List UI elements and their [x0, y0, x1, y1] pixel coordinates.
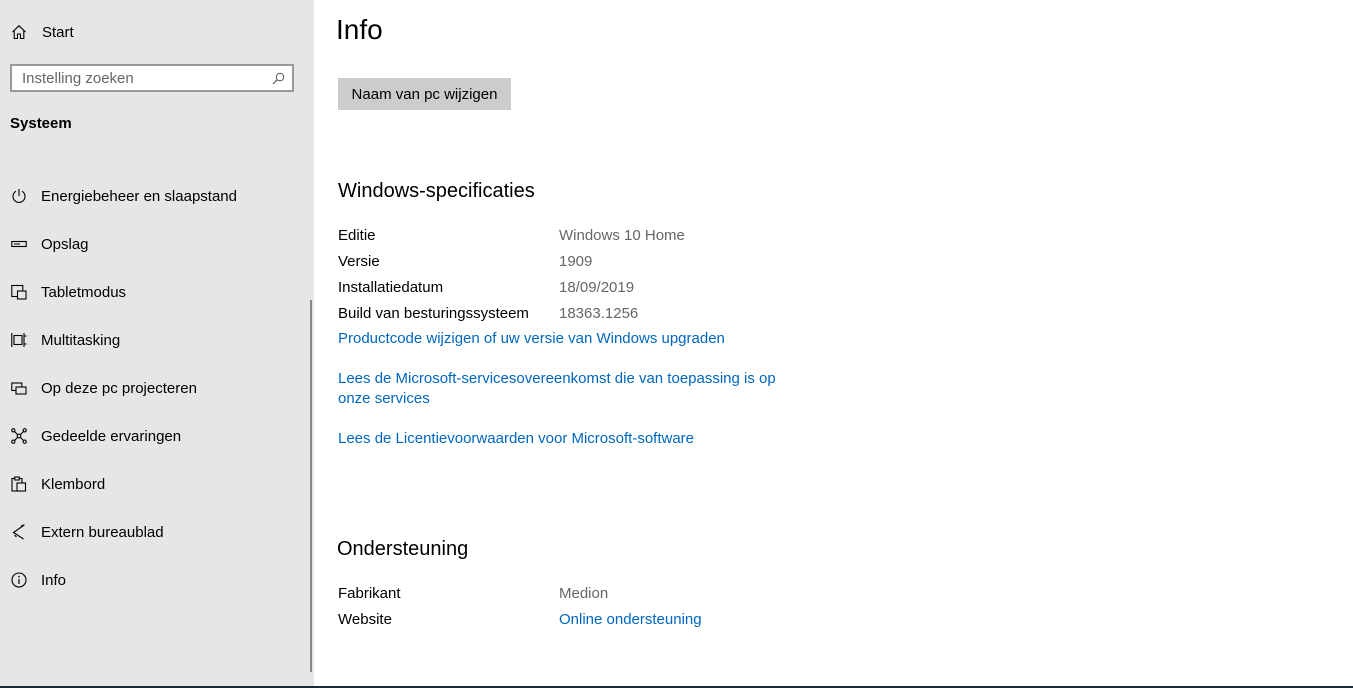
- support-row-manufacturer: Fabrikant Medion: [338, 583, 608, 603]
- sidebar-item-label: Gedeelde ervaringen: [41, 427, 182, 445]
- sidebar-item-power[interactable]: Energiebeheer en slaapstand: [0, 172, 310, 220]
- sidebar-item-label: Extern bureaublad: [41, 523, 164, 541]
- sidebar-item-remote-desktop[interactable]: Extern bureaublad: [0, 508, 310, 556]
- spec-row-version: Versie 1909: [338, 251, 592, 271]
- spec-key: Editie: [338, 226, 376, 244]
- page-title: Info: [336, 14, 383, 45]
- support-key: Website: [338, 610, 392, 628]
- sidebar-item-label: Opslag: [41, 235, 89, 253]
- sidebar-item-label: Energiebeheer en slaapstand: [41, 187, 237, 205]
- sidebar-item-storage[interactable]: Opslag: [0, 220, 310, 268]
- sidebar-item-shared-experiences[interactable]: Gedeelde ervaringen: [0, 412, 310, 460]
- power-icon: [10, 187, 28, 205]
- spec-key: Installatiedatum: [338, 278, 444, 296]
- spec-key: Build van besturingssysteem: [338, 304, 529, 322]
- clipboard-icon: [10, 475, 28, 493]
- spec-value: 18/09/2019: [559, 278, 635, 296]
- search-box[interactable]: [10, 64, 294, 92]
- search-input[interactable]: [12, 66, 270, 90]
- sidebar-section-title: Systeem: [10, 115, 72, 132]
- sidebar-item-multitasking[interactable]: Multitasking: [0, 316, 310, 364]
- storage-icon: [10, 235, 28, 253]
- sidebar-item-clipboard[interactable]: Klembord: [0, 460, 310, 508]
- spec-row-install-date: Installatiedatum 18/09/2019: [338, 277, 634, 297]
- spec-value: Windows 10 Home: [559, 226, 685, 244]
- sidebar-item-tablet-mode[interactable]: Tabletmodus: [0, 268, 310, 316]
- support-key: Fabrikant: [338, 584, 401, 602]
- info-icon: [10, 571, 28, 589]
- services-agreement-link-line1: Lees de Microsoft-servicesovereenkomst d…: [338, 370, 776, 387]
- product-key-link[interactable]: Productcode wijzigen of uw versie van Wi…: [338, 329, 725, 349]
- rename-pc-button[interactable]: Naam van pc wijzigen: [338, 78, 511, 110]
- services-agreement-link-line2: onze services: [338, 390, 430, 407]
- multitasking-icon: [10, 331, 28, 349]
- sidebar-item-label: Tabletmodus: [41, 283, 127, 301]
- sidebar-item-label: Klembord: [41, 475, 106, 493]
- online-support-link[interactable]: Online ondersteuning: [559, 611, 702, 628]
- spec-row-os-build: Build van besturingssysteem 18363.1256: [338, 303, 638, 323]
- project-icon: [10, 379, 28, 397]
- support-value: Medion: [559, 584, 609, 602]
- sidebar-nav: Energiebeheer en slaapstand Opslag Table…: [0, 172, 310, 604]
- spec-row-edition: Editie Windows 10 Home: [338, 225, 685, 245]
- home-icon: [10, 23, 28, 41]
- search-icon[interactable]: [270, 70, 286, 86]
- windows-specs-heading: Windows-specificaties: [338, 180, 535, 202]
- settings-window: Start Systeem Energiebeheer en: [0, 0, 1353, 688]
- home-link[interactable]: Start: [10, 18, 74, 46]
- shared-experiences-icon: [10, 427, 28, 445]
- spec-key: Versie: [338, 252, 380, 270]
- main-content: Info Naam van pc wijzigen Windows-specif…: [314, 0, 1353, 686]
- support-heading: Ondersteuning: [337, 538, 469, 560]
- sidebar-item-info[interactable]: Info: [0, 556, 310, 604]
- support-row-website: Website Online ondersteuning: [338, 609, 702, 629]
- sidebar-item-project[interactable]: Op deze pc projecteren: [0, 364, 310, 412]
- sidebar-item-label: Multitasking: [41, 331, 121, 349]
- spec-value: 1909: [559, 252, 593, 270]
- sidebar-item-label: Op deze pc projecteren: [41, 379, 197, 397]
- remote-desktop-icon: [10, 523, 28, 541]
- license-terms-link[interactable]: Lees de Licentievoorwaarden voor Microso…: [338, 429, 694, 449]
- tablet-mode-icon: [10, 283, 28, 301]
- sidebar-item-label: Info: [41, 571, 67, 589]
- sidebar-scrollbar[interactable]: [310, 300, 312, 672]
- sidebar: Start Systeem Energiebeheer en: [0, 0, 314, 688]
- home-label: Start: [42, 23, 74, 41]
- services-agreement-link[interactable]: Lees de Microsoft-servicesovereenkomst d…: [338, 369, 776, 409]
- spec-value: 18363.1256: [559, 304, 639, 322]
